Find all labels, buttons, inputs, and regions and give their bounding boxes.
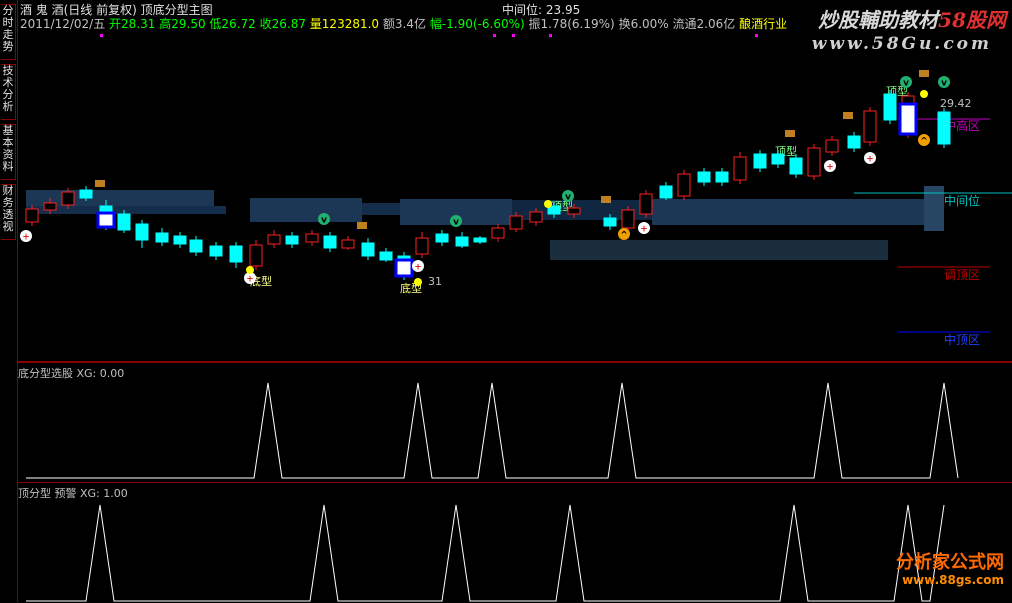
up-arrow-icon-glyph: ^ <box>920 137 928 147</box>
candle-body <box>117 213 131 231</box>
candle-body <box>529 211 543 223</box>
buy-signal-icon-glyph: + <box>246 275 254 285</box>
candle-body <box>659 185 673 199</box>
candle-body <box>677 173 691 197</box>
highlight-candle <box>96 211 116 229</box>
candle-body <box>415 237 429 255</box>
flag-marker-icon <box>95 180 105 187</box>
low-price-tag: 31 <box>428 275 442 288</box>
sell-signal-icon-glyph: v <box>565 193 571 203</box>
yellow-dot-marker <box>544 200 552 208</box>
candle-body <box>771 153 785 165</box>
tab-technical[interactable]: 技术分析 <box>1 64 16 120</box>
flag-marker-icon <box>843 112 853 119</box>
flag-marker-icon <box>785 130 795 137</box>
bottom-signal-line <box>26 382 959 479</box>
buy-signal-icon-glyph: + <box>22 233 30 243</box>
candle-body <box>753 153 767 169</box>
candle-body <box>733 156 747 181</box>
candle-body <box>697 171 711 183</box>
candle-body <box>491 227 505 239</box>
yellow-dot-marker <box>414 278 422 286</box>
candle-body <box>25 208 39 223</box>
zone-label-top-adjust: 调顶区 <box>944 268 980 282</box>
candle-body <box>937 111 951 145</box>
yellow-dot-marker <box>246 266 254 274</box>
zone-bands <box>26 186 944 260</box>
buy-signal-icon-glyph: + <box>826 163 834 173</box>
candle-body <box>863 110 877 143</box>
candle-body <box>509 215 523 230</box>
candle-body <box>285 235 299 245</box>
flag-marker-icon <box>601 196 611 203</box>
zone-label-top: 中顶区 <box>944 332 980 347</box>
candle-body <box>435 233 449 243</box>
candle-body <box>79 189 93 199</box>
candle-body <box>209 245 223 257</box>
highlight-candle <box>394 258 414 278</box>
candle-body <box>135 223 149 241</box>
sell-signal-icon-glyph: v <box>941 79 947 89</box>
candle-body <box>249 244 263 267</box>
candle-body <box>603 217 617 227</box>
top-signal-line <box>26 504 945 602</box>
bottom-pattern-panel[interactable]: 底分型选股 XG: 0.00 <box>18 362 1012 481</box>
candle-body <box>715 171 729 183</box>
candle-body <box>639 193 653 215</box>
candle-body <box>267 234 281 245</box>
side-tab-bar: 分时走势 技术分析 基本资料 财务透视 <box>0 0 18 602</box>
buy-signal-icon-glyph: + <box>414 263 422 273</box>
tab-realtime[interactable]: 分时走势 <box>1 4 16 60</box>
watermark-bottom-url: www.88gs.com <box>902 573 1004 587</box>
flag-marker-icon <box>919 70 929 77</box>
sell-signal-icon-glyph: v <box>453 218 459 228</box>
candle-body <box>43 202 57 211</box>
highlight-candle <box>898 102 918 136</box>
candle-body <box>789 157 803 175</box>
candle-body <box>341 239 355 249</box>
buy-signal-icon-glyph: + <box>640 225 648 235</box>
candle-body <box>379 251 393 261</box>
candle-body <box>825 139 839 153</box>
tab-fundamental[interactable]: 基本资料 <box>1 124 16 180</box>
top-pattern-panel[interactable]: 顶分型 预警 XG: 1.00 <box>18 482 1012 603</box>
yellow-dot-marker <box>920 90 928 98</box>
candle-body <box>229 245 243 263</box>
candle-body <box>189 239 203 253</box>
candle-body <box>883 93 897 121</box>
candle-body <box>155 232 169 243</box>
sell-signal-icon-glyph: v <box>321 216 327 226</box>
candle-body <box>621 209 635 229</box>
candle-body <box>173 235 187 245</box>
candle-body <box>567 207 581 215</box>
candle-body <box>305 233 319 243</box>
sell-signal-icon-glyph: v <box>903 79 909 89</box>
candle-body <box>473 237 487 243</box>
candlestick-chart[interactable]: 中高区 中间位 调顶区 中顶区 29.42 31 顶型 顶型 顶型 底型 底型 … <box>18 0 1012 362</box>
candle-body <box>847 135 861 149</box>
candle-body <box>807 147 821 177</box>
buy-signal-icon-glyph: + <box>866 155 874 165</box>
candle-body <box>455 236 469 247</box>
price-tag: 29.42 <box>940 97 972 110</box>
zone-label-mid: 中间位 <box>944 193 980 208</box>
up-arrow-icon-glyph: ^ <box>620 231 628 241</box>
flag-marker-icon <box>357 222 367 229</box>
candle-body <box>361 242 375 257</box>
candle-body <box>323 235 337 249</box>
tab-financial[interactable]: 财务透视 <box>1 184 16 240</box>
chart-area[interactable]: 酒 鬼 酒(日线 前复权) 顶底分型主图 中间位: 23.95 2011/12/… <box>18 0 1012 602</box>
candle-body <box>61 191 75 206</box>
watermark-bottom: 分析家公式网 <box>896 552 1004 573</box>
